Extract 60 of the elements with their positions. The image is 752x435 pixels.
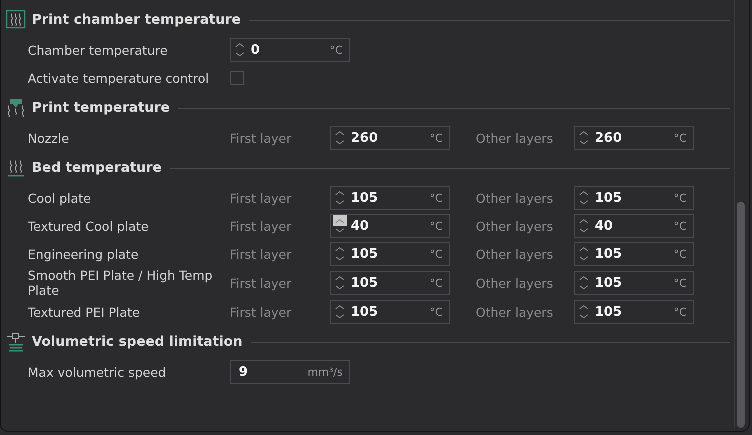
- layer-label: First layer: [230, 246, 293, 262]
- number-field[interactable]: 260 °C: [574, 126, 694, 150]
- layer-label: First layer: [230, 130, 293, 146]
- heat-box-icon: [6, 10, 26, 30]
- field-value: 105: [595, 190, 624, 206]
- setting-label: Textured PEI Plate: [28, 304, 142, 320]
- scroll-thumb[interactable]: [737, 202, 745, 428]
- scrollbar[interactable]: [734, 0, 747, 428]
- field-value: 105: [595, 304, 624, 320]
- number-field[interactable]: 9 mm³/s: [230, 360, 350, 384]
- setting-label: Engineering plate: [28, 246, 140, 262]
- number-field[interactable]: 105 °C: [574, 300, 694, 324]
- setting-label: Activate temperature control: [28, 70, 210, 86]
- field-value: 9: [239, 364, 250, 380]
- number-field[interactable]: 105 °C: [330, 271, 450, 295]
- number-field[interactable]: 40 °C: [330, 214, 450, 238]
- field-value: 105: [595, 276, 624, 290]
- section-title: Bed temperature: [32, 160, 162, 176]
- field-value: 105: [351, 304, 380, 320]
- layer-label: First layer: [230, 190, 293, 206]
- field-value: 40: [351, 218, 370, 234]
- layer-label: First layer: [230, 276, 293, 290]
- number-field[interactable]: 105 °C: [574, 271, 694, 295]
- nozzle-icon: [6, 98, 26, 118]
- number-field[interactable]: 105 °C: [330, 186, 450, 210]
- field-value: 260: [595, 130, 624, 146]
- number-field[interactable]: 260 °C: [330, 126, 450, 150]
- number-field[interactable]: 0 °C: [230, 38, 350, 62]
- field-value: 0: [251, 42, 262, 58]
- layer-label: Other layers: [476, 218, 554, 234]
- number-field[interactable]: 105 °C: [574, 242, 694, 266]
- layer-label: First layer: [230, 218, 293, 234]
- setting-label: Smooth PEI Plate / High Temp Plate: [28, 268, 214, 298]
- layer-label: Other layers: [476, 130, 554, 146]
- setting-label: Max volumetric speed: [28, 364, 168, 380]
- field-value: 260: [351, 130, 380, 146]
- layer-label: Other layers: [476, 276, 554, 290]
- layer-label: Other layers: [476, 246, 554, 262]
- field-value: 105: [351, 276, 380, 290]
- section-title: Print chamber temperature: [32, 12, 242, 28]
- layer-label: First layer: [230, 304, 293, 320]
- field-value: 105: [595, 246, 624, 262]
- layer-label: Other layers: [476, 304, 554, 320]
- extruder-icon: [6, 332, 26, 352]
- number-field[interactable]: 105 °C: [574, 186, 694, 210]
- setting-label: Textured Cool plate: [28, 218, 150, 234]
- field-value: 40: [595, 218, 614, 234]
- number-field[interactable]: 40 °C: [574, 214, 694, 238]
- number-field[interactable]: 105 °C: [330, 242, 450, 266]
- heat-waves-icon: [6, 158, 26, 178]
- setting-label: Cool plate: [28, 190, 92, 206]
- section-title: Volumetric speed limitation: [32, 334, 243, 350]
- setting-label: Nozzle: [28, 130, 70, 146]
- setting-label: Chamber temperature: [28, 42, 169, 58]
- section-title: Print temperature: [32, 100, 170, 116]
- field-value: 105: [351, 190, 380, 206]
- layer-label: Other layers: [476, 190, 554, 206]
- number-field[interactable]: 105 °C: [330, 300, 450, 324]
- field-value: 105: [351, 246, 380, 262]
- checkbox[interactable]: [230, 71, 244, 85]
